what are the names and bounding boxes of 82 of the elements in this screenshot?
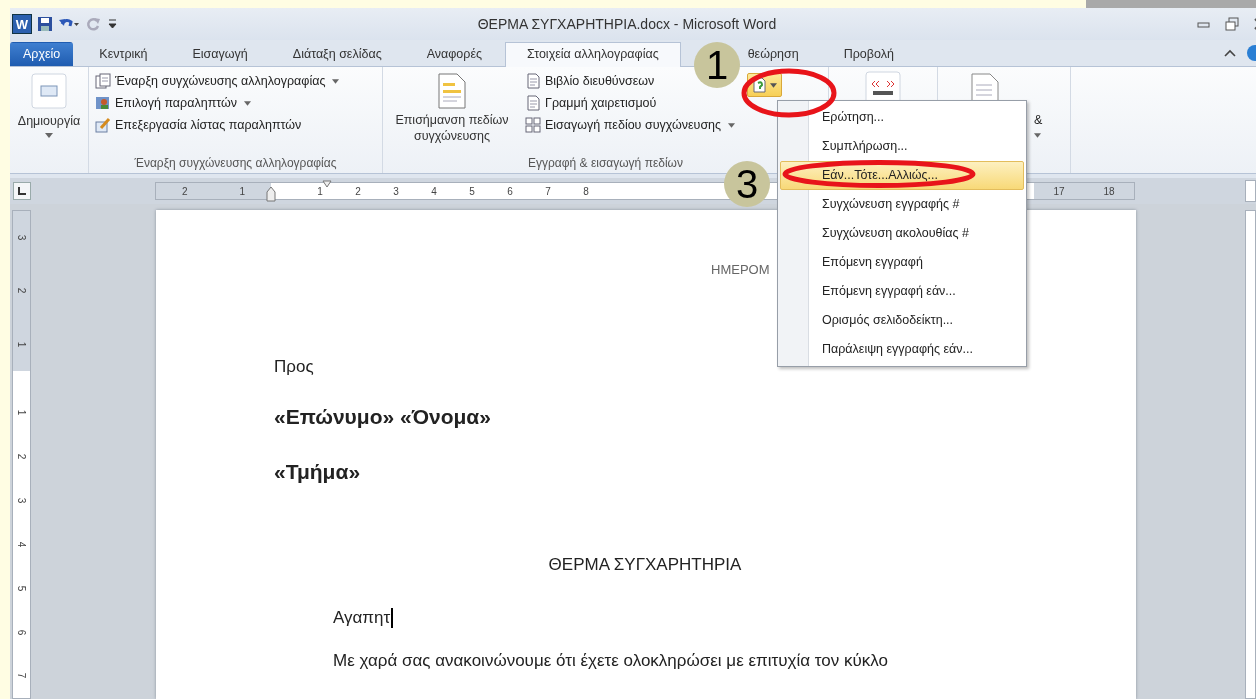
ruler-number: 2 bbox=[354, 185, 362, 197]
menu-item[interactable]: Ορισμός σελιδοδείκτη... bbox=[780, 306, 1024, 335]
document-icon bbox=[525, 73, 541, 89]
ribbon-tab[interactable]: Στοιχεία αλληλογραφίας bbox=[505, 42, 681, 67]
highlight-fields-button[interactable]: Επισήμανση πεδίων συγχώνευσης bbox=[387, 71, 517, 147]
ruler-number: 5 bbox=[16, 585, 27, 592]
document-text: Προς bbox=[274, 357, 314, 377]
restore-icon[interactable] bbox=[1224, 16, 1240, 32]
caret-icon bbox=[244, 100, 252, 106]
menu-item[interactable]: Συμπλήρωση... bbox=[780, 132, 1024, 161]
ruler-number: 3 bbox=[16, 497, 27, 504]
vertical-ruler[interactable]: 3 2 1 1 2 3 4 5 6 7 bbox=[12, 210, 31, 699]
envelope-icon bbox=[31, 73, 67, 109]
menu-item[interactable]: Επόμενη εγγραφή εάν... bbox=[780, 277, 1024, 306]
ribbon-tab[interactable]: Προβολή bbox=[821, 42, 916, 66]
ribbon-tab[interactable]: Αναφορές bbox=[404, 42, 505, 66]
menu-item[interactable]: Συγχώνευση ακολουθίας # bbox=[780, 219, 1024, 248]
document-text: Αγαπητ bbox=[333, 608, 391, 628]
ruler-number: 8 bbox=[582, 185, 590, 197]
indent-marker[interactable] bbox=[322, 180, 332, 188]
ruler-number: 1 bbox=[16, 341, 27, 348]
ruler-number: 17 bbox=[1052, 185, 1066, 197]
header-text: ΗΜΕΡΟΜ bbox=[711, 262, 770, 277]
collapse-ribbon-icon[interactable] bbox=[1224, 48, 1236, 58]
ruler-number: 3 bbox=[16, 234, 27, 241]
create-button[interactable]: Δημιουργία bbox=[10, 71, 88, 140]
caret-icon bbox=[1034, 133, 1041, 138]
edit-list-icon bbox=[95, 117, 111, 133]
group-caption: Εγγραφή & εισαγωγή πεδίων bbox=[527, 156, 684, 172]
indent-marker[interactable] bbox=[266, 186, 276, 202]
ribbon-tab[interactable]: Κεντρική bbox=[77, 42, 170, 66]
ruler-number: 4 bbox=[430, 185, 438, 197]
button-label[interactable]: & bbox=[1034, 113, 1043, 127]
tab-selector[interactable] bbox=[13, 182, 31, 200]
ruler-number: 1 bbox=[238, 185, 247, 197]
document-text: «Επώνυμο» «Όνομα» bbox=[274, 405, 491, 429]
ruler-number: 2 bbox=[16, 288, 27, 294]
ribbon-button[interactable]: Εισαγωγή πεδίου συγχώνευσης bbox=[523, 115, 738, 135]
document-text: Με χαρά σας ανακοινώνουμε ότι έχετε ολοκληρώσει με επιτυχία τον κύκλο bbox=[333, 651, 888, 671]
document-icon bbox=[95, 73, 111, 89]
document-icon bbox=[437, 73, 467, 109]
rules-icon bbox=[752, 77, 769, 93]
ribbon-button[interactable]: Επιλογή παραληπτών bbox=[93, 93, 254, 113]
ruler-number: 2 bbox=[16, 454, 27, 460]
ruler-number: 2 bbox=[180, 185, 189, 197]
caret-icon bbox=[728, 122, 736, 128]
caret-icon bbox=[45, 133, 53, 138]
menu-item[interactable]: Ερώτηση... bbox=[780, 103, 1024, 132]
ruler-number: 18 bbox=[1102, 185, 1116, 197]
ribbon-button[interactable]: Γραμμή χαιρετισμού bbox=[523, 93, 659, 113]
document-text: ΘΕΡΜΑ ΣΥΓΧΑΡΗΤΗΡΙΑ bbox=[548, 555, 742, 575]
ribbon-tab[interactable]: Εισαγωγή bbox=[170, 42, 270, 66]
ruler-number: 6 bbox=[16, 629, 27, 635]
ribbon-tab[interactable]: θεώρηση bbox=[743, 42, 821, 66]
ribbon-button[interactable]: Έναρξη συγχώνευσης αλληλογραφίας bbox=[93, 71, 342, 91]
save-icon[interactable] bbox=[37, 16, 53, 32]
ruler-number: 3 bbox=[392, 185, 400, 197]
document-text: «Τμήμα» bbox=[274, 460, 361, 484]
ruler-toggle[interactable] bbox=[1245, 180, 1256, 202]
document-icon bbox=[525, 95, 541, 111]
ruler-number: 6 bbox=[506, 185, 514, 197]
caret-icon bbox=[770, 82, 778, 88]
ruler-number: 4 bbox=[16, 541, 27, 548]
ribbon-button[interactable]: Επεξεργασία λίστας παραληπτών bbox=[93, 115, 304, 135]
caret-icon bbox=[332, 78, 340, 84]
vertical-ruler[interactable] bbox=[1245, 210, 1256, 699]
grid-icon bbox=[525, 117, 541, 133]
ruler-number: 1 bbox=[316, 185, 324, 197]
ruler-number: 5 bbox=[468, 185, 476, 197]
ruler-number: 7 bbox=[544, 185, 552, 197]
tab-stop-icon bbox=[17, 186, 27, 196]
menu-item[interactable]: Επόμενη εγγραφή bbox=[780, 248, 1024, 277]
ribbon-button[interactable]: Βιβλίο διευθύνσεων bbox=[523, 71, 657, 91]
ruler-number: 7 bbox=[16, 673, 27, 679]
menu-item[interactable]: Παράλειψη εγγραφής εάν... bbox=[780, 335, 1024, 364]
people-icon bbox=[95, 95, 111, 111]
word-logo[interactable]: W bbox=[12, 14, 32, 34]
window-title: ΘΕΡΜΑ ΣΥΓΧΑΡΗΤΗΡΙΑ.docx - Microsoft Word bbox=[477, 16, 777, 32]
ruler-number: 1 bbox=[16, 410, 27, 416]
ribbon-tab[interactable]: Αρχείο bbox=[10, 42, 74, 66]
group-caption: Έναρξη συγχώνευσης αλληλογραφίας bbox=[133, 156, 338, 172]
ribbon-tab[interactable]: Διάταξη σελίδας bbox=[270, 42, 404, 66]
